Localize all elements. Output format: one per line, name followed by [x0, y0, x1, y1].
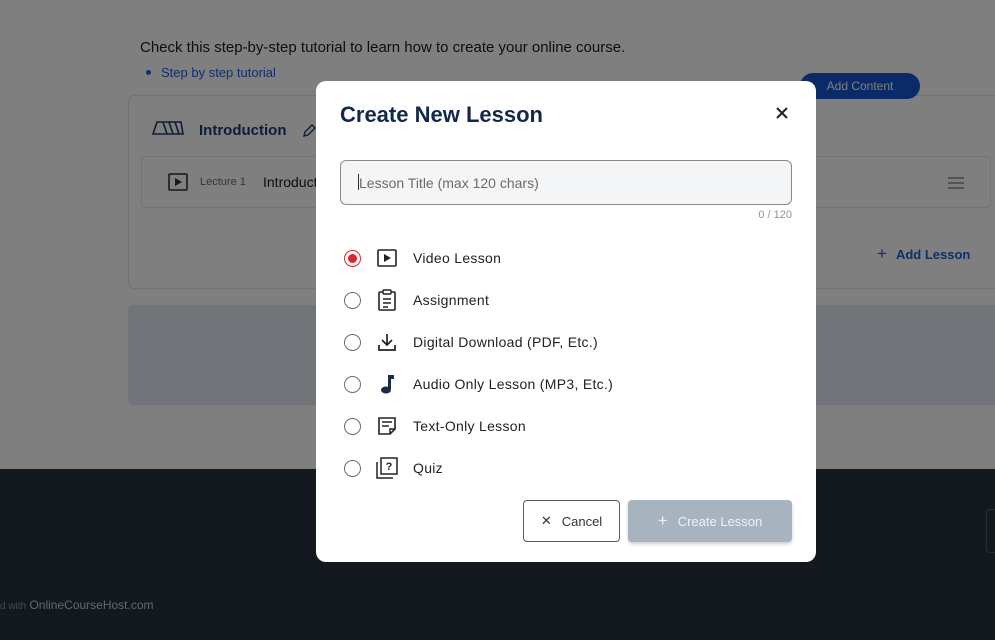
close-button[interactable]: [772, 103, 792, 123]
cancel-button[interactable]: ✕ Cancel: [523, 500, 620, 542]
dialog-title: Create New Lesson: [340, 102, 543, 127]
option-label: Audio Only Lesson (MP3, Etc.): [413, 376, 614, 392]
download-icon: [376, 331, 398, 353]
option-label: Text-Only Lesson: [413, 418, 526, 434]
option-label: Assignment: [413, 292, 490, 308]
radio-text-only-lesson[interactable]: [344, 417, 361, 435]
option-text-only-lesson[interactable]: Text-Only Lesson: [340, 411, 760, 441]
option-quiz[interactable]: ? Quiz: [340, 453, 760, 483]
option-label: Quiz: [413, 460, 443, 476]
option-assignment[interactable]: Assignment: [340, 285, 760, 315]
close-icon: ✕: [540, 513, 552, 528]
create-lesson-button[interactable]: + Create Lesson: [628, 500, 792, 542]
text-note-icon: [376, 415, 398, 437]
option-video-lesson[interactable]: Video Lesson: [340, 243, 760, 273]
music-note-icon: [376, 373, 398, 395]
assignment-icon: [376, 289, 398, 311]
option-audio-lesson[interactable]: Audio Only Lesson (MP3, Etc.): [340, 369, 760, 399]
create-lesson-label: Create Lesson: [677, 513, 763, 529]
option-label: Digital Download (PDF, Etc.): [413, 334, 599, 350]
option-digital-download[interactable]: Digital Download (PDF, Etc.): [340, 327, 760, 357]
quiz-icon: ?: [376, 457, 398, 479]
svg-text:?: ?: [386, 461, 393, 473]
option-label: Video Lesson: [413, 250, 502, 266]
radio-audio-lesson[interactable]: [344, 375, 361, 393]
plus-icon: +: [657, 511, 668, 530]
cancel-label: Cancel: [561, 513, 603, 529]
close-icon: [776, 107, 788, 119]
char-counter: 0 / 120: [758, 209, 792, 221]
radio-digital-download[interactable]: [344, 333, 361, 351]
radio-video-lesson[interactable]: [344, 249, 361, 267]
video-lesson-icon: [376, 247, 398, 269]
create-lesson-dialog: Create New Lesson 0 / 120 Video Lesson A…: [316, 81, 816, 562]
radio-quiz[interactable]: [344, 459, 361, 477]
lesson-title-input[interactable]: [340, 160, 792, 205]
text-caret: [358, 174, 359, 190]
radio-assignment[interactable]: [344, 291, 361, 309]
